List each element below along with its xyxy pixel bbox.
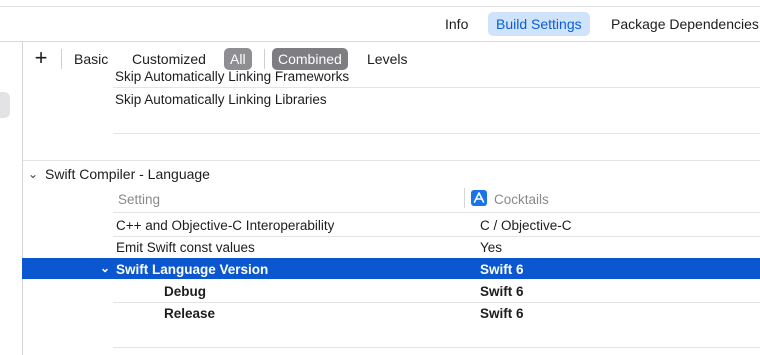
target-column-header[interactable]: Cocktails bbox=[494, 192, 549, 207]
setting-row-label[interactable]: Skip Automatically Linking Libraries bbox=[115, 92, 327, 107]
chevron-down-icon[interactable]: ⌄ bbox=[100, 261, 110, 275]
setting-row-label[interactable]: Skip Automatically Linking Frameworks bbox=[115, 69, 349, 84]
section-separator bbox=[23, 160, 760, 161]
divider bbox=[0, 6, 760, 7]
setting-row-label[interactable]: Swift Language Version bbox=[116, 262, 268, 277]
tab-info[interactable]: Info bbox=[445, 12, 468, 36]
section-title[interactable]: Swift Compiler - Language bbox=[45, 166, 210, 182]
setting-row-value[interactable]: Swift 6 bbox=[480, 284, 524, 299]
row-separator bbox=[113, 212, 760, 213]
tab-package-dependencies[interactable]: Package Dependencies bbox=[611, 12, 759, 36]
filter-customized-button[interactable]: Customized bbox=[132, 48, 206, 70]
setting-row-label[interactable]: C++ and Objective-C Interoperability bbox=[116, 218, 334, 233]
chevron-down-icon[interactable]: ⌄ bbox=[28, 167, 38, 181]
row-separator bbox=[113, 133, 760, 134]
tab-build-settings[interactable]: Build Settings bbox=[488, 12, 590, 36]
filter-levels-button[interactable]: Levels bbox=[367, 48, 407, 70]
row-separator bbox=[113, 87, 760, 88]
divider bbox=[264, 49, 265, 69]
filter-all-button[interactable]: All bbox=[224, 48, 252, 70]
app-target-icon bbox=[471, 190, 487, 206]
setting-row-value[interactable]: Swift 6 bbox=[480, 262, 524, 277]
row-separator bbox=[113, 347, 760, 348]
filter-combined-button[interactable]: Combined bbox=[272, 48, 348, 70]
sidebar-selection-indicator bbox=[0, 92, 10, 118]
setting-row-label[interactable]: Release bbox=[164, 306, 215, 321]
row-separator bbox=[113, 302, 760, 303]
add-setting-button[interactable]: + bbox=[32, 44, 50, 72]
setting-row-value[interactable]: C / Objective-C bbox=[480, 218, 572, 233]
filter-basic-button[interactable]: Basic bbox=[74, 48, 108, 70]
row-separator bbox=[113, 236, 760, 237]
setting-row-value[interactable]: Yes bbox=[480, 240, 502, 255]
setting-row-label[interactable]: Debug bbox=[164, 284, 206, 299]
setting-column-header: Setting bbox=[118, 192, 161, 207]
divider bbox=[0, 41, 760, 42]
column-divider bbox=[464, 188, 465, 208]
divider bbox=[61, 49, 62, 69]
setting-row-value[interactable]: Swift 6 bbox=[480, 306, 524, 321]
navigator-sidebar bbox=[0, 42, 23, 355]
setting-row-label[interactable]: Emit Swift const values bbox=[116, 240, 255, 255]
